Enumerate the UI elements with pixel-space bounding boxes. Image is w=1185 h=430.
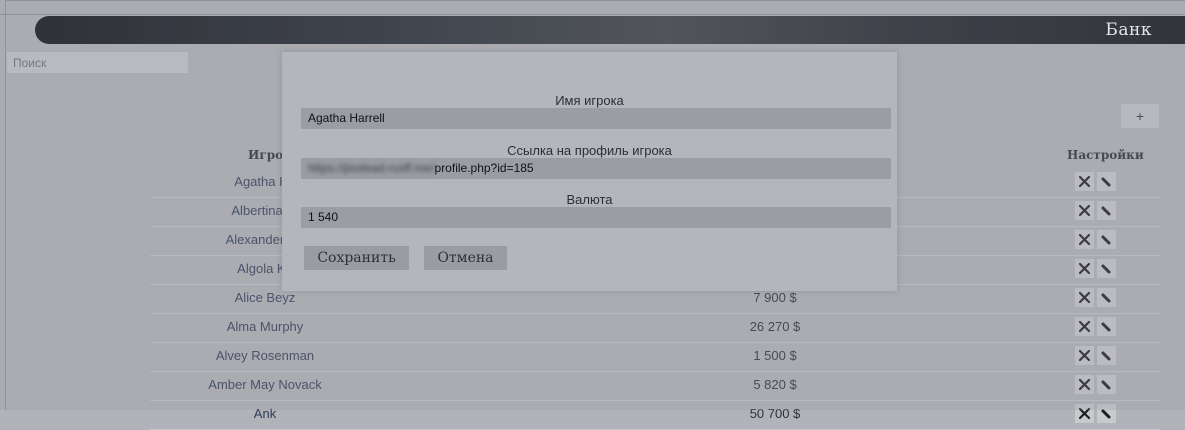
profile-link-hidden-part: https://jisolead.rusff.me/	[308, 161, 435, 175]
edit-player-modal: Имя игрока Agatha Harrell Ссылка на проф…	[282, 52, 897, 291]
player-name-label: Имя игрока	[555, 93, 624, 108]
profile-link-visible-part: profile.php?id=185	[434, 161, 534, 175]
player-name-field[interactable]: Agatha Harrell	[301, 108, 891, 129]
currency-field[interactable]: 1 540	[301, 207, 891, 228]
currency-label: Валюта	[566, 192, 613, 207]
player-name-value: Agatha Harrell	[308, 111, 385, 125]
profile-link-field[interactable]: https://jisolead.rusff.me/profile.php?id…	[301, 158, 891, 179]
cancel-button[interactable]: Отмена	[424, 246, 507, 270]
profile-link-label: Ссылка на профиль игрока	[507, 143, 672, 158]
save-button[interactable]: Сохранить	[304, 246, 409, 270]
currency-value: 1 540	[308, 210, 339, 224]
